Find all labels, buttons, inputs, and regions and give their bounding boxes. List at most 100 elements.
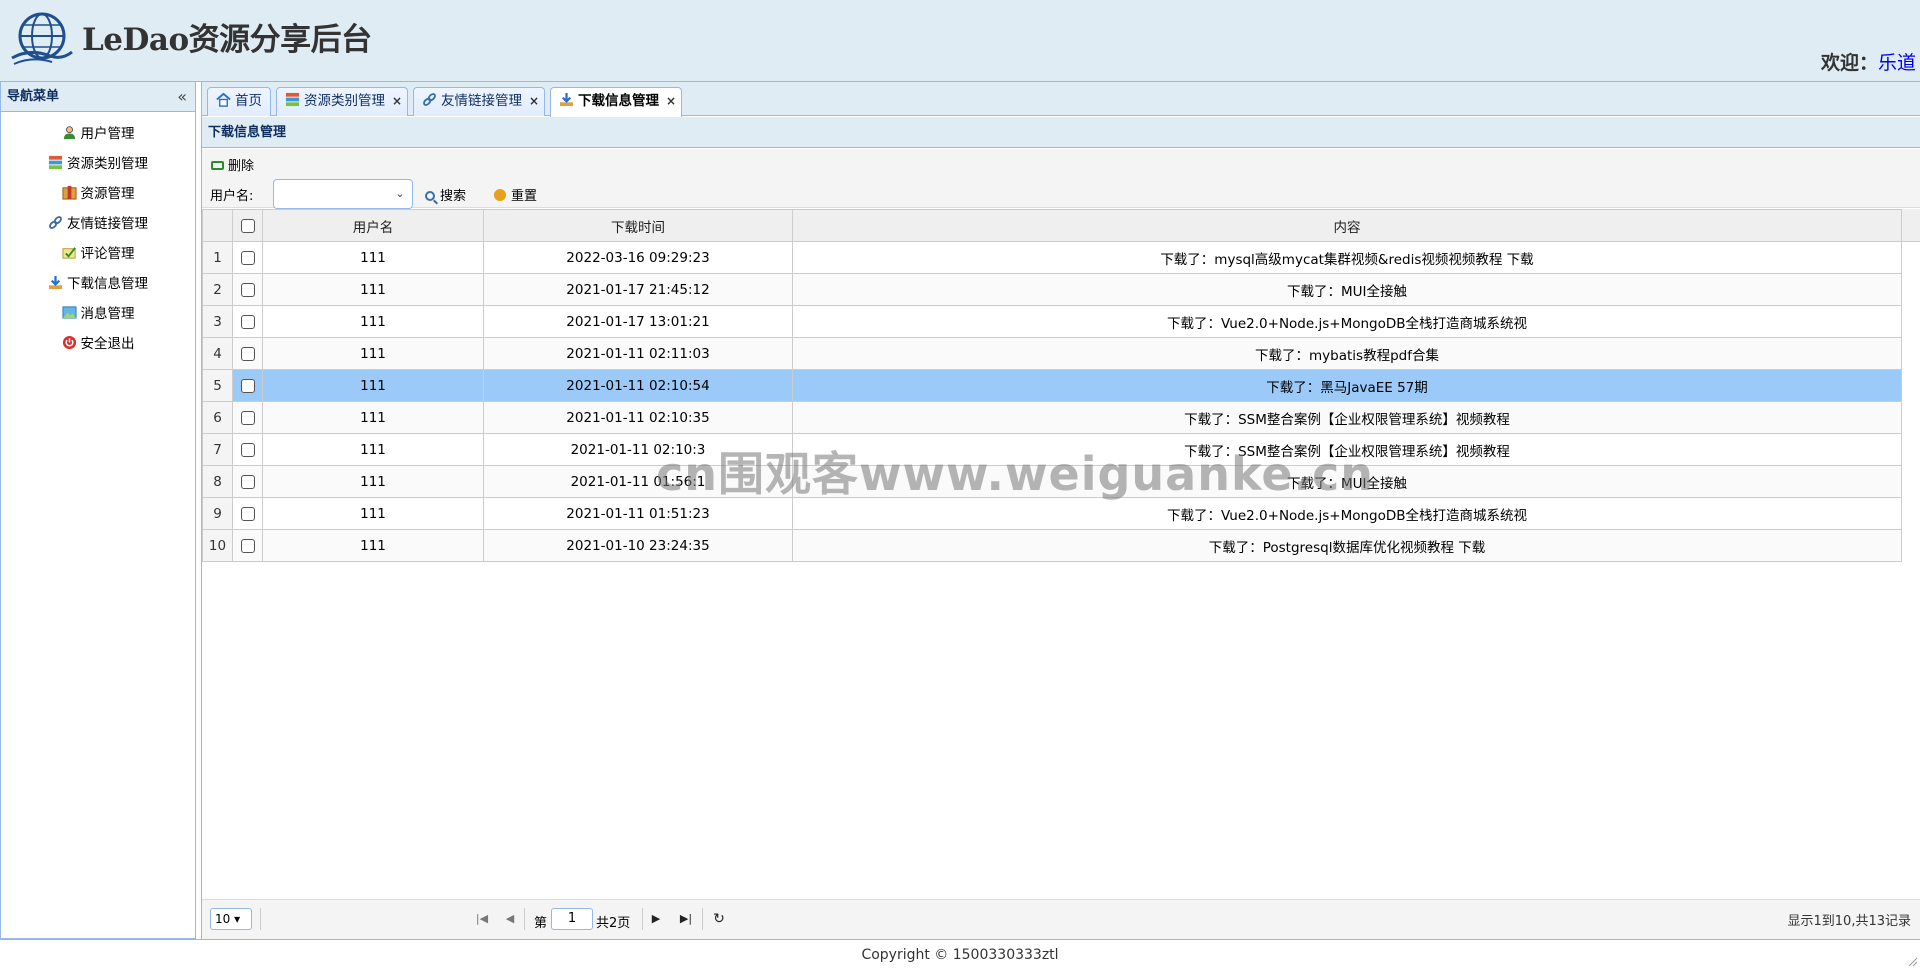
- row-number: 2: [202, 273, 233, 306]
- welcome-label: 欢迎：: [1820, 52, 1878, 74]
- table-row[interactable]: 8 111 2021-01-11 01:56:1 下载了：MUI全接触: [202, 465, 1902, 498]
- cell-username: 111: [262, 465, 484, 498]
- app-title: LeDao资源分享后台: [82, 22, 372, 58]
- cell-download-time: 2021-01-11 02:11:03: [483, 337, 793, 370]
- row-number: 6: [202, 401, 233, 434]
- collapse-icon[interactable]: «: [177, 82, 187, 112]
- first-page-icon[interactable]: |◀: [474, 908, 490, 930]
- nav-item-label: 资源管理: [80, 186, 135, 202]
- cell-content: 下载了：SSM整合案例【企业权限管理系统】视频教程: [792, 433, 1902, 466]
- reset-button[interactable]: 重置: [494, 185, 537, 204]
- select-all-checkbox[interactable]: [232, 209, 263, 242]
- nav-item-messages[interactable]: 消息管理: [1, 299, 195, 329]
- tab-links[interactable]: 友情链接管理 ×: [413, 87, 545, 116]
- table-row[interactable]: 9 111 2021-01-11 01:51:23 下载了：Vue2.0+Node.j…: [202, 497, 1902, 530]
- nav-item-users[interactable]: 用户管理: [1, 119, 195, 149]
- nav-item-resource-types[interactable]: 资源类别管理: [1, 149, 195, 179]
- nav-item-logout[interactable]: 安全退出: [1, 329, 195, 359]
- cell-download-time: 2021-01-17 21:45:12: [483, 273, 793, 306]
- tab-label: 资源类别管理: [304, 93, 385, 109]
- table-row[interactable]: 10 111 2021-01-10 23:24:35 下载了：Postgresql数据…: [202, 529, 1902, 562]
- table-row[interactable]: 1 111 2022-03-16 09:29:23 下载了：mysql高级mycat集…: [202, 241, 1902, 274]
- column-header-download-time[interactable]: 下载时间: [483, 209, 793, 242]
- close-icon[interactable]: ×: [666, 88, 676, 115]
- row-number: 10: [202, 529, 233, 562]
- nav-item-resources[interactable]: 资源管理: [1, 179, 195, 209]
- welcome-text: 欢迎：乐道: [1821, 48, 1916, 75]
- refresh-icon[interactable]: ↻: [711, 908, 727, 930]
- current-user-link[interactable]: 乐道: [1878, 52, 1916, 74]
- nav-item-label: 安全退出: [80, 336, 135, 352]
- row-number: 4: [202, 337, 233, 370]
- row-checkbox[interactable]: [232, 401, 263, 434]
- cell-content: 下载了：MUI全接触: [792, 273, 1902, 306]
- cell-download-time: 2021-01-17 13:01:21: [483, 305, 793, 338]
- page-size-select[interactable]: 10 ▾: [210, 908, 252, 930]
- row-checkbox[interactable]: [232, 433, 263, 466]
- table-row[interactable]: 4 111 2021-01-11 02:11:03 下载了：mybatis教程pdf合…: [202, 337, 1902, 370]
- page-number-input[interactable]: 1: [551, 908, 593, 930]
- row-checkbox[interactable]: [232, 241, 263, 274]
- resize-grip-icon[interactable]: [1906, 955, 1918, 967]
- row-checkbox[interactable]: [232, 273, 263, 306]
- cell-content: 下载了：Vue2.0+Node.js+MongoDB全栈打造商城系统视: [792, 497, 1902, 530]
- tab-resource-types[interactable]: 资源类别管理 ×: [276, 87, 408, 116]
- logout-icon: [62, 335, 76, 350]
- cell-username: 111: [262, 337, 484, 370]
- tab-downloads[interactable]: 下载信息管理 ×: [550, 87, 682, 117]
- last-page-icon[interactable]: ▶|: [678, 908, 694, 930]
- close-icon[interactable]: ×: [529, 88, 539, 115]
- nav-item-label: 资源类别管理: [67, 156, 148, 172]
- footer: Copyright © 1500330333ztl: [0, 939, 1920, 969]
- message-icon: [61, 306, 77, 319]
- nav-panel-header: 导航菜单 «: [1, 82, 195, 112]
- table-row[interactable]: 3 111 2021-01-17 13:01:21 下载了：Vue2.0+Node.j…: [202, 305, 1902, 338]
- table-row[interactable]: 2 111 2021-01-17 21:45:12 下载了：MUI全接触: [202, 273, 1902, 306]
- row-checkbox[interactable]: [232, 497, 263, 530]
- row-number: 5: [202, 369, 233, 402]
- table-row[interactable]: 5 111 2021-01-11 02:10:54 下载了：黑马JavaEE 57期: [202, 369, 1902, 402]
- app-header: LeDao资源分享后台 欢迎：乐道: [0, 0, 1920, 82]
- chevron-down-icon[interactable]: ⌄: [388, 180, 412, 208]
- comment-icon: [61, 247, 76, 259]
- delete-button[interactable]: 删除: [211, 155, 254, 174]
- cell-download-time: 2021-01-11 01:51:23: [483, 497, 793, 530]
- next-page-icon[interactable]: ▶: [648, 908, 664, 930]
- cell-username: 111: [262, 497, 484, 530]
- close-icon[interactable]: ×: [392, 88, 402, 115]
- previous-page-icon[interactable]: ◀: [502, 908, 518, 930]
- user-icon: [63, 126, 75, 140]
- row-checkbox[interactable]: [232, 337, 263, 370]
- cell-username: 111: [262, 369, 484, 402]
- nav-item-label: 用户管理: [80, 126, 135, 142]
- row-checkbox[interactable]: [232, 369, 263, 402]
- nav-item-comments[interactable]: 评论管理: [1, 239, 195, 269]
- copyright-text: Copyright © 1500330333ztl: [861, 947, 1059, 963]
- delete-icon: [211, 161, 224, 170]
- cell-download-time: 2021-01-10 23:24:35: [483, 529, 793, 562]
- tabs-bar: 首页 资源类别管理 × 友情链接管理 × 下载信息管理 ×: [202, 82, 1920, 117]
- cell-download-time: 2021-01-11 02:10:3: [483, 433, 793, 466]
- row-number: 9: [202, 497, 233, 530]
- row-checkbox[interactable]: [232, 529, 263, 562]
- nav-panel-title: 导航菜单: [7, 89, 60, 104]
- row-checkbox[interactable]: [232, 465, 263, 498]
- globe-logo-icon: [11, 12, 73, 65]
- search-button[interactable]: 搜索: [425, 185, 466, 204]
- username-combobox[interactable]: ⌄: [273, 179, 413, 209]
- column-header-content[interactable]: 内容: [792, 209, 1902, 242]
- page-total: 共2页: [596, 916, 631, 931]
- tab-label: 下载信息管理: [578, 93, 659, 109]
- table-row[interactable]: 6 111 2021-01-11 02:10:35 下载了：SSM整合案例【企业权限管…: [202, 401, 1902, 434]
- column-header-username[interactable]: 用户名: [262, 209, 484, 242]
- cell-username: 111: [262, 305, 484, 338]
- tab-label: 友情链接管理: [441, 93, 522, 109]
- category-icon: [48, 155, 63, 170]
- table-row[interactable]: 7 111 2021-01-11 02:10:3 下载了：SSM整合案例【企业权限管理…: [202, 433, 1902, 466]
- nav-item-links[interactable]: 友情链接管理: [1, 209, 195, 239]
- nav-item-downloads[interactable]: 下载信息管理: [1, 269, 195, 299]
- tab-home[interactable]: 首页: [207, 87, 271, 116]
- row-checkbox[interactable]: [232, 305, 263, 338]
- reset-label: 重置: [511, 189, 538, 204]
- chevron-down-icon: ▾: [234, 912, 241, 926]
